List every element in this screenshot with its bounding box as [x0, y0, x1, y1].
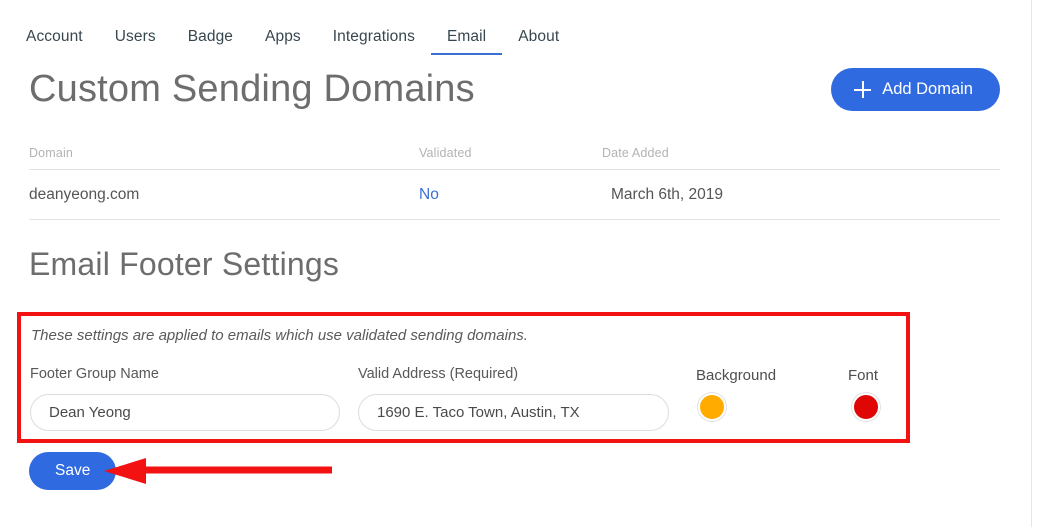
column-header-validated: Validated — [419, 146, 472, 160]
table-header-row: Domain Validated Date Added — [29, 146, 1000, 170]
save-button[interactable]: Save — [29, 452, 117, 490]
settings-page: Account Users Badge Apps Integrations Em… — [0, 0, 1032, 527]
cell-validated: No — [419, 186, 602, 204]
domains-header: Custom Sending Domains Add Domain — [29, 68, 1000, 111]
tab-apps[interactable]: Apps — [249, 28, 317, 55]
tab-integrations[interactable]: Integrations — [317, 28, 431, 55]
domains-table: Domain Validated Date Added deanyeong.co… — [29, 146, 1000, 220]
footer-settings-title: Email Footer Settings — [29, 246, 340, 282]
label-footer-group-name: Footer Group Name — [30, 366, 159, 382]
table-row: deanyeong.com No March 6th, 2019 — [29, 170, 1000, 220]
label-font-color: Font — [848, 367, 879, 384]
tab-account[interactable]: Account — [18, 28, 99, 55]
plus-icon — [854, 81, 872, 98]
tab-badge[interactable]: Badge — [172, 28, 249, 55]
validated-link[interactable]: No — [419, 186, 439, 203]
add-domain-button[interactable]: Add Domain — [831, 68, 1000, 111]
annotation-arrow-icon — [104, 458, 332, 484]
cell-date-added: March 6th, 2019 — [611, 185, 724, 203]
column-header-domain: Domain — [29, 146, 73, 160]
tab-about[interactable]: About — [502, 28, 575, 55]
cell-domain: deanyeong.com — [29, 185, 140, 203]
column-header-date-added: Date Added — [602, 146, 669, 160]
footer-settings-note: These settings are applied to emails whi… — [31, 327, 528, 344]
add-domain-label: Add Domain — [882, 80, 973, 99]
settings-tabbar: Account Users Badge Apps Integrations Em… — [18, 28, 575, 56]
background-color-swatch[interactable] — [698, 393, 726, 421]
footer-group-name-input[interactable] — [30, 394, 340, 431]
valid-address-input[interactable] — [358, 394, 669, 431]
tab-email[interactable]: Email — [430, 28, 503, 56]
label-valid-address: Valid Address (Required) — [358, 366, 519, 382]
page-title: Custom Sending Domains — [29, 67, 475, 110]
tab-users[interactable]: Users — [99, 28, 172, 55]
label-background-color: Background — [696, 367, 777, 384]
font-color-swatch[interactable] — [852, 393, 880, 421]
